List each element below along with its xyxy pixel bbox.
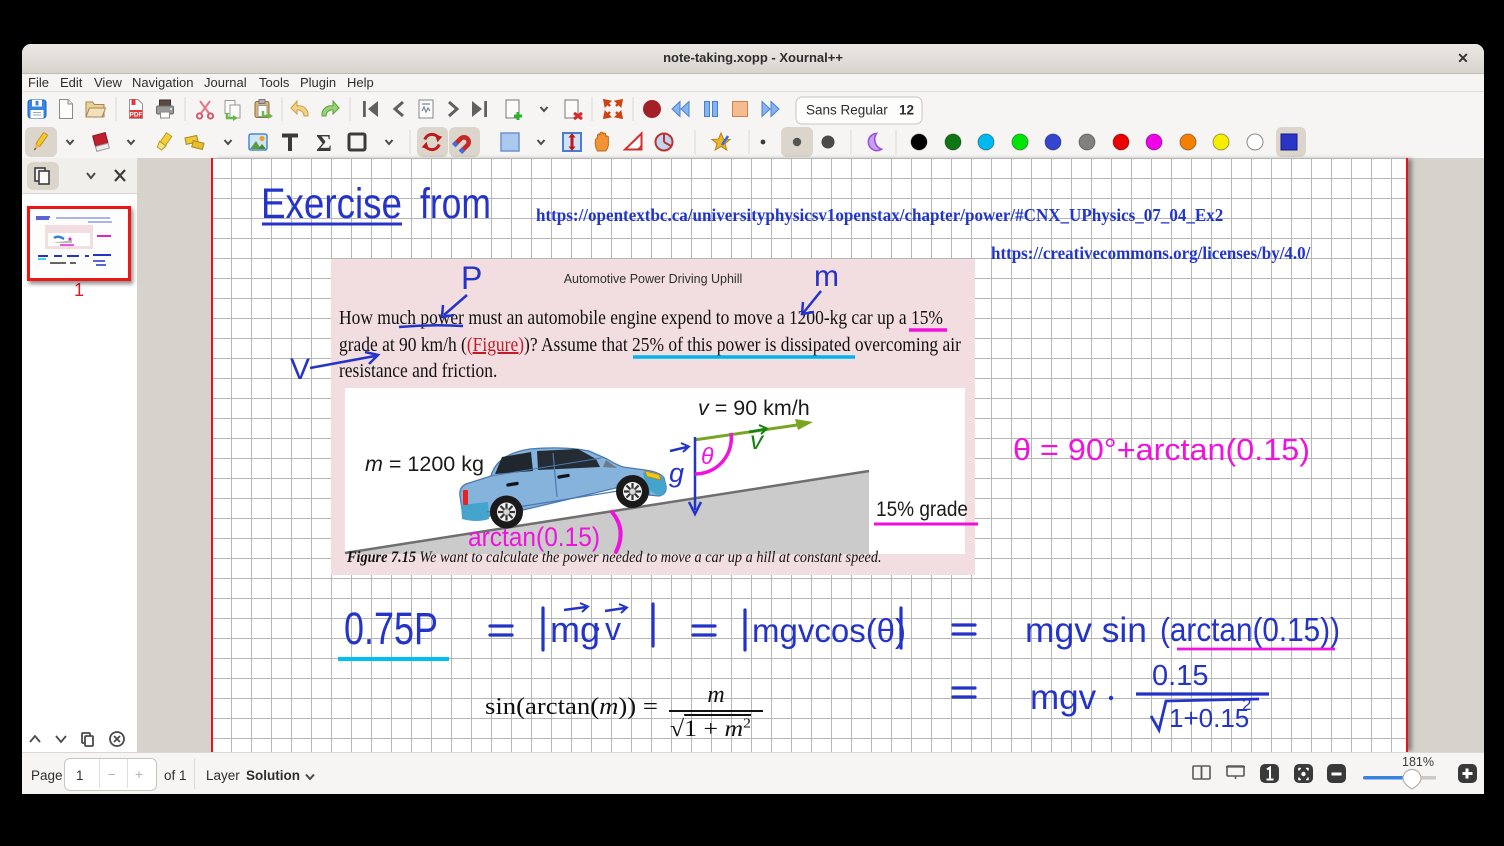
- svg-text:mgv: mgv: [1030, 678, 1097, 717]
- svg-text:mgv sin: mgv sin: [1025, 611, 1147, 650]
- svg-text:2: 2: [1242, 695, 1251, 714]
- svg-text:(arctan(0.15)): (arctan(0.15)): [1160, 611, 1340, 648]
- svg-text:1: 1: [74, 280, 84, 300]
- svg-text:0.15: 0.15: [1152, 660, 1208, 692]
- svg-text:P: P: [461, 260, 482, 296]
- svg-text:0.75P: 0.75P: [344, 603, 438, 654]
- svg-text:12: 12: [899, 103, 914, 118]
- svg-text:V: V: [290, 353, 310, 386]
- svg-text:1+0.15: 1+0.15: [1169, 703, 1249, 733]
- svg-text:mgvcos(θ): mgvcos(θ): [752, 612, 906, 649]
- svg-text:v: v: [605, 611, 621, 647]
- svg-text:181%: 181%: [1402, 755, 1434, 769]
- svg-text:θ = 90°+arctan(0.15): θ = 90°+arctan(0.15): [1013, 432, 1310, 467]
- svg-text:mg: mg: [550, 609, 600, 650]
- svg-text:m: m: [814, 260, 839, 293]
- svg-text:Σ: Σ: [316, 131, 332, 157]
- svg-text:PDF: PDF: [130, 112, 143, 119]
- svg-text:Sans Regular: Sans Regular: [806, 103, 888, 118]
